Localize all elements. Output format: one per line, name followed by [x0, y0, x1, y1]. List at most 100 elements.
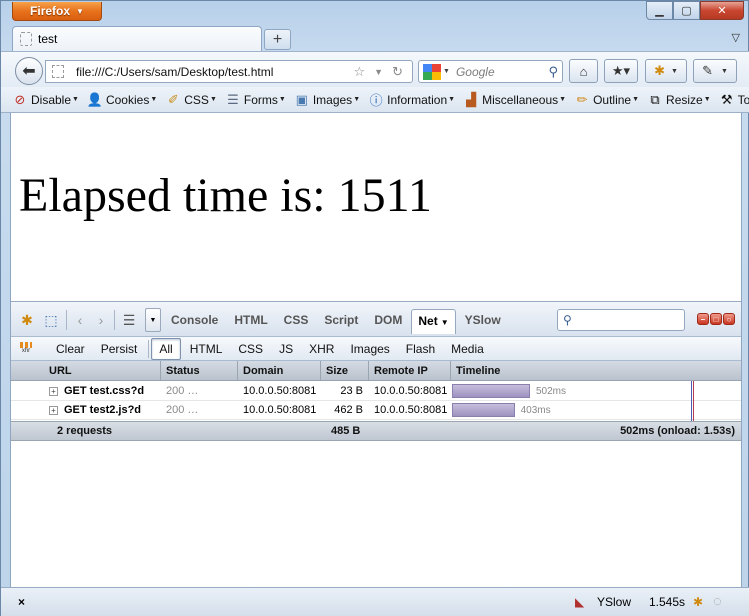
request-url[interactable]: + GET test2.js?d: [11, 401, 161, 420]
request-timeline[interactable]: 502ms: [451, 382, 741, 401]
tab-test[interactable]: test: [12, 26, 262, 51]
timeline-bar: [452, 403, 515, 417]
tab-console[interactable]: Console: [164, 309, 225, 334]
menu-cookies[interactable]: 👤 Cookies ▼: [87, 92, 157, 108]
menu-outline[interactable]: ✏ Outline ▼: [574, 92, 639, 108]
back-button[interactable]: ⬅: [15, 57, 43, 85]
search-bar[interactable]: ▼ Google ⚲: [418, 60, 563, 83]
menu-label: Tools: [737, 92, 749, 107]
bookmark-star-icon[interactable]: ☆: [354, 64, 366, 80]
bookmarks-button[interactable]: ★▾: [604, 59, 638, 83]
menu-images[interactable]: ▣ Images ▼: [294, 92, 360, 108]
loading-indicator-icon: ◌: [713, 593, 722, 610]
yslow-label[interactable]: YSlow: [597, 595, 631, 609]
inspect-icon[interactable]: ⬚: [41, 310, 61, 330]
expand-icon[interactable]: +: [49, 406, 58, 415]
clear-button[interactable]: Clear: [49, 339, 92, 359]
menu-resize[interactable]: ⧉ Resize ▼: [647, 92, 710, 108]
request-url[interactable]: + GET test.css?d: [11, 382, 161, 401]
filter-all[interactable]: All: [151, 337, 181, 360]
menu-list-icon[interactable]: ☰: [119, 310, 139, 330]
minimize-icon[interactable]: ▁: [646, 1, 673, 20]
firebug-icon[interactable]: ✱: [693, 595, 703, 609]
menu-label: Miscellaneous: [482, 92, 559, 107]
firefox-menu-button[interactable]: Firefox ▼: [12, 2, 102, 21]
menu-miscellaneous[interactable]: ▟ Miscellaneous ▼: [463, 92, 566, 108]
column-timeline[interactable]: Timeline: [451, 361, 741, 381]
search-icon[interactable]: ⚲: [548, 64, 558, 80]
column-status[interactable]: Status: [161, 361, 238, 381]
tab-css[interactable]: CSS: [277, 309, 316, 334]
search-input[interactable]: Google: [456, 65, 549, 79]
net-toolbar: xhr Clear Persist All HTML CSS JS XHR Im…: [11, 337, 741, 361]
menu-information[interactable]: ⓘ Information ▼: [368, 92, 455, 109]
disable-icon: ⊘: [14, 91, 26, 107]
title-bar: Firefox ▼ ▁ ▢ ✕: [1, 1, 749, 23]
menu-disable[interactable]: ⊘ Disable ▼: [12, 92, 79, 108]
table-row[interactable]: + GET test2.js?d 200 … 10.0.0.50:8081 462…: [11, 401, 741, 420]
column-url[interactable]: URL: [11, 361, 161, 381]
menu-forms[interactable]: ☰ Forms ▼: [225, 92, 286, 108]
request-url-text: GET test2.js?d: [64, 404, 142, 416]
firebug-window-controls: – □ ○: [697, 313, 735, 325]
detach-icon[interactable]: □: [710, 313, 722, 325]
panel-dropdown-icon[interactable]: ▼: [145, 308, 161, 332]
tab-html[interactable]: HTML: [227, 309, 274, 334]
expand-icon[interactable]: +: [49, 387, 58, 396]
list-all-tabs-icon[interactable]: ▽: [732, 31, 740, 44]
menu-css[interactable]: ✐ CSS ▼: [165, 92, 217, 108]
tab-script[interactable]: Script: [317, 309, 365, 334]
reload-icon[interactable]: ↻: [392, 64, 403, 80]
url-text[interactable]: file:///C:/Users/sam/Desktop/test.html: [76, 65, 354, 79]
filter-xhr[interactable]: XHR: [302, 339, 341, 359]
eyedropper-button[interactable]: ✎ ▼: [693, 59, 737, 83]
firebug-tabs: Console HTML CSS Script DOM Net ▼ YSlow: [164, 309, 510, 334]
css-wand-icon: ✐: [167, 91, 179, 107]
chevron-down-icon: ▼: [353, 96, 361, 103]
tab-net[interactable]: Net ▼: [411, 309, 456, 334]
firebug-search-input[interactable]: ⚲: [557, 309, 685, 331]
menu-tools[interactable]: ⚒Tools▼: [719, 92, 749, 108]
minimize-icon[interactable]: –: [697, 313, 709, 325]
persist-button[interactable]: Persist: [94, 339, 145, 359]
request-remote-ip: 10.0.0.50:8081: [374, 404, 448, 416]
site-identity-icon[interactable]: [52, 65, 64, 78]
firebug-button[interactable]: ✱ ▼: [645, 59, 687, 83]
history-dropdown-icon[interactable]: ▼: [374, 67, 383, 77]
filter-css[interactable]: CSS: [231, 339, 270, 359]
close-icon[interactable]: ✕: [700, 1, 744, 20]
tab-yslow[interactable]: YSlow: [458, 309, 508, 334]
tab-dom[interactable]: DOM: [367, 309, 409, 334]
filter-media[interactable]: Media: [444, 339, 491, 359]
chevron-down-icon: ▼: [720, 67, 728, 75]
request-status: 200 …: [166, 404, 199, 416]
column-size[interactable]: Size: [321, 361, 369, 381]
filter-js[interactable]: JS: [272, 339, 300, 359]
request-timeline[interactable]: 403ms: [451, 401, 741, 420]
home-button[interactable]: ⌂: [569, 59, 598, 83]
column-remote-ip[interactable]: Remote IP: [369, 361, 451, 381]
url-bar[interactable]: file:///C:/Users/sam/Desktop/test.html ☆…: [45, 60, 413, 83]
plus-icon: +: [272, 30, 283, 48]
new-tab-button[interactable]: +: [264, 29, 291, 50]
xhr-icon[interactable]: xhr: [17, 340, 35, 358]
column-domain[interactable]: Domain: [238, 361, 321, 381]
search-engine-dropdown-icon[interactable]: ▼: [443, 68, 450, 75]
maximize-icon[interactable]: ▢: [673, 1, 700, 20]
filter-flash[interactable]: Flash: [399, 339, 442, 359]
tab-strip: test + ▽: [1, 23, 749, 51]
filter-html[interactable]: HTML: [183, 339, 230, 359]
firebug-icon[interactable]: ✱: [17, 310, 37, 330]
table-row[interactable]: + GET test.css?d 200 … 10.0.0.50:8081 23 …: [11, 382, 741, 401]
forward-icon[interactable]: ›: [91, 310, 111, 330]
filter-images[interactable]: Images: [343, 339, 396, 359]
google-icon[interactable]: [423, 63, 441, 80]
close-icon[interactable]: ○: [723, 313, 735, 325]
close-icon[interactable]: ×: [18, 595, 25, 609]
misc-icon: ▟: [466, 91, 477, 107]
yslow-icon[interactable]: ◣: [575, 595, 584, 609]
back-icon[interactable]: ‹: [70, 310, 90, 330]
image-icon: ▣: [295, 91, 308, 107]
web-developer-toolbar: ⊘ Disable ▼ 👤 Cookies ▼ ✐ CSS ▼ ☰ Forms ▼ ▣ Image…: [1, 87, 749, 113]
info-icon: ⓘ: [369, 93, 383, 108]
